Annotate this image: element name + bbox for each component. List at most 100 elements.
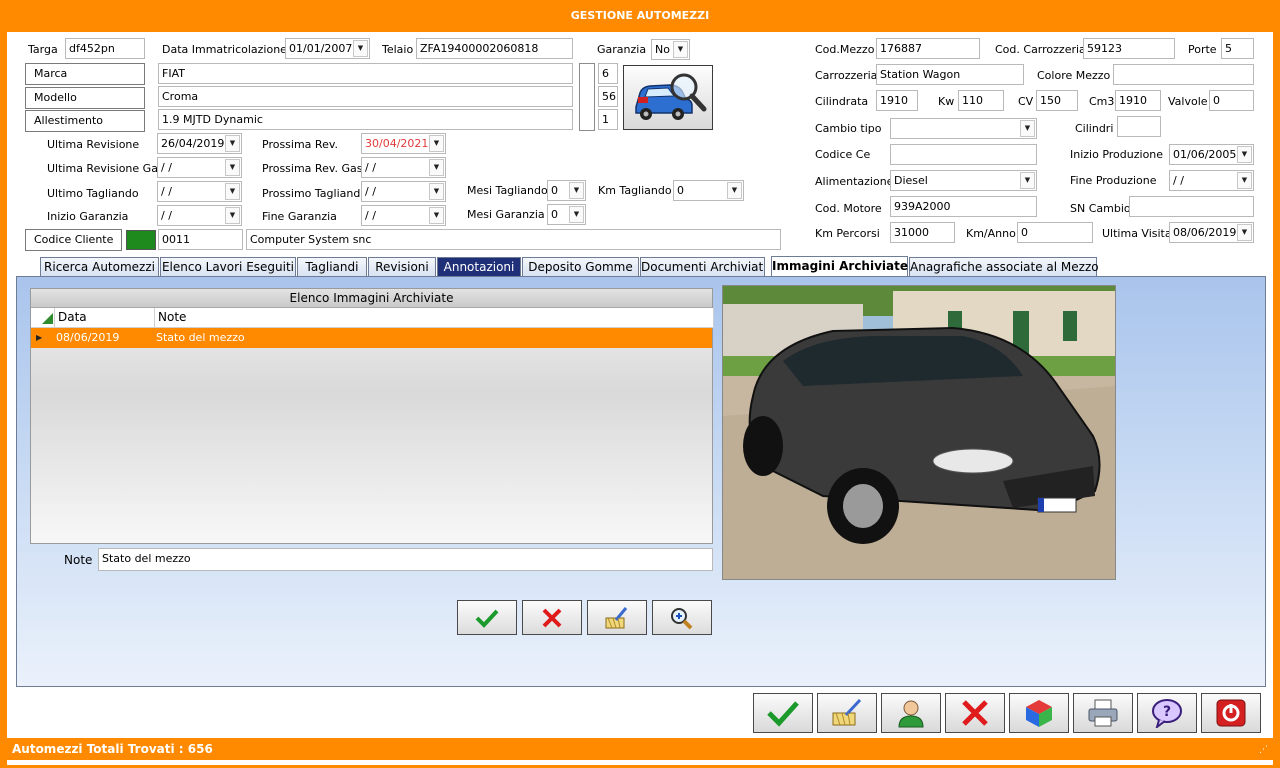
- tab-anagrafiche-associate[interactable]: Anagrafiche associate al Mezzo: [909, 257, 1099, 277]
- cod-motore-label: Cod. Motore: [815, 202, 882, 215]
- chevron-down-icon[interactable]: ▼: [429, 183, 444, 200]
- colore-mezzo-field[interactable]: [1113, 64, 1254, 85]
- kw-field[interactable]: 110: [958, 90, 1004, 111]
- cv-field[interactable]: 150: [1036, 90, 1078, 111]
- fine-produzione-field[interactable]: / / ▼: [1169, 170, 1254, 191]
- tab-ricerca-automezzi[interactable]: Ricerca Automezzi: [40, 257, 159, 277]
- carrozzeria-field[interactable]: Station Wagon: [876, 64, 1024, 85]
- images-grid[interactable]: Elenco Immagini Archiviate Data Note ▶ 0…: [30, 288, 714, 544]
- chevron-down-icon[interactable]: ▼: [1237, 146, 1252, 163]
- cube-icon: [1026, 700, 1052, 727]
- chevron-down-icon[interactable]: ▼: [225, 207, 240, 224]
- allestimento-button[interactable]: Allestimento: [25, 110, 145, 132]
- porte-field[interactable]: 5: [1221, 38, 1254, 59]
- print-button[interactable]: [1073, 693, 1133, 733]
- cod-carrozzeria-field[interactable]: 59123: [1083, 38, 1175, 59]
- cliente-nome-field[interactable]: Computer System snc: [246, 229, 781, 250]
- table-row[interactable]: ▶ 08/06/2019 Stato del mezzo: [31, 328, 712, 348]
- ultima-revisione-gas-field[interactable]: / / ▼: [157, 157, 242, 178]
- chevron-down-icon[interactable]: ▼: [1020, 172, 1035, 189]
- inizio-garanzia-field[interactable]: / / ▼: [157, 205, 242, 226]
- client-button[interactable]: [881, 693, 941, 733]
- marca-button[interactable]: Marca: [25, 63, 145, 85]
- svg-text:?: ?: [1163, 704, 1171, 720]
- telaio-field[interactable]: ZFA19400002060818: [416, 38, 573, 59]
- codice-ce-field[interactable]: [890, 144, 1037, 165]
- cm3-field[interactable]: 1910: [1115, 90, 1161, 111]
- chevron-down-icon[interactable]: ▼: [1020, 120, 1035, 137]
- alimentazione-select[interactable]: Diesel ▼: [890, 170, 1037, 191]
- tab-annotazioni[interactable]: Annotazioni: [437, 257, 521, 277]
- search-vehicle-button[interactable]: [623, 65, 713, 130]
- chevron-down-icon[interactable]: ▼: [225, 135, 240, 152]
- cod-mezzo-field[interactable]: 176887: [876, 38, 980, 59]
- ultimo-tagliando-field[interactable]: / / ▼: [157, 181, 242, 202]
- prossimo-tagliando-field[interactable]: / / ▼: [361, 181, 446, 202]
- modello-field[interactable]: Croma: [158, 86, 573, 107]
- archive-button[interactable]: [1009, 693, 1069, 733]
- valvole-field[interactable]: 0: [1209, 90, 1254, 111]
- mesi-garanzia-value: 0: [551, 208, 558, 221]
- mesi-garanzia-label: Mesi Garanzia: [467, 208, 545, 221]
- targa-label: Targa: [28, 43, 58, 56]
- chevron-down-icon[interactable]: ▼: [1237, 224, 1252, 241]
- cambio-tipo-select[interactable]: ▼: [890, 118, 1037, 139]
- garanzia-select[interactable]: No ▼: [651, 39, 690, 60]
- data-immatricolazione-field[interactable]: 01/01/2007 ▼: [285, 38, 370, 59]
- tab-elenco-lavori[interactable]: Elenco Lavori Eseguiti: [160, 257, 296, 277]
- column-header-note[interactable]: Note: [155, 308, 714, 328]
- sn-cambio-field[interactable]: [1129, 196, 1254, 217]
- exit-button[interactable]: [1201, 693, 1261, 733]
- chevron-down-icon[interactable]: ▼: [225, 183, 240, 200]
- delete-button[interactable]: [945, 693, 1005, 733]
- cod-motore-field[interactable]: 939A2000: [890, 196, 1037, 217]
- chevron-down-icon[interactable]: ▼: [429, 135, 444, 152]
- codice-cliente-field[interactable]: 0011: [158, 229, 243, 250]
- marca-field[interactable]: FIAT: [158, 63, 573, 84]
- targa-field[interactable]: df452pn: [65, 38, 145, 59]
- prossima-rev-field[interactable]: 30/04/2021 ▼: [361, 133, 446, 154]
- tab-deposito-gomme[interactable]: Deposito Gomme: [522, 257, 639, 277]
- prossima-rev-gas-field[interactable]: / / ▼: [361, 157, 446, 178]
- inizio-produzione-field[interactable]: 01/06/2005 ▼: [1169, 144, 1254, 165]
- allestimento-field[interactable]: 1.9 MJTD Dynamic: [158, 109, 573, 130]
- chevron-down-icon[interactable]: ▼: [673, 41, 688, 58]
- ultima-visita-field[interactable]: 08/06/2019 ▼: [1169, 222, 1254, 243]
- delete-image-button[interactable]: [522, 600, 582, 635]
- resize-grip-icon[interactable]: ⋰: [1259, 745, 1268, 755]
- modello-button[interactable]: Modello: [25, 87, 145, 109]
- check-icon: [475, 609, 499, 628]
- cilindri-field[interactable]: [1117, 116, 1161, 137]
- codice-cliente-button[interactable]: Codice Cliente: [25, 229, 122, 251]
- scroll-indicator[interactable]: [579, 63, 595, 131]
- clear-image-button[interactable]: [587, 600, 647, 635]
- km-percorsi-field[interactable]: 31000: [890, 222, 955, 243]
- zoom-image-button[interactable]: [652, 600, 712, 635]
- confirm-image-button[interactable]: [457, 600, 517, 635]
- chevron-down-icon[interactable]: ▼: [429, 159, 444, 176]
- chevron-down-icon[interactable]: ▼: [1237, 172, 1252, 189]
- help-button[interactable]: ?: [1137, 693, 1197, 733]
- tab-immagini-archiviate[interactable]: Immagini Archiviate: [771, 256, 908, 277]
- km-anno-field[interactable]: 0: [1017, 222, 1093, 243]
- chevron-down-icon[interactable]: ▼: [569, 182, 584, 199]
- clear-button[interactable]: [817, 693, 877, 733]
- tab-tagliandi[interactable]: Tagliandi: [297, 257, 367, 277]
- km-tagliando-field[interactable]: 0 ▼: [673, 180, 744, 201]
- ultima-revisione-field[interactable]: 26/04/2019 ▼: [157, 133, 242, 154]
- mesi-tagliando-field[interactable]: 0 ▼: [547, 180, 586, 201]
- mesi-garanzia-field[interactable]: 0 ▼: [547, 204, 586, 225]
- cilindrata-field[interactable]: 1910: [876, 90, 918, 111]
- column-header-data[interactable]: Data: [55, 308, 155, 328]
- fine-garanzia-field[interactable]: / / ▼: [361, 205, 446, 226]
- note-field[interactable]: Stato del mezzo: [98, 548, 713, 571]
- chevron-down-icon[interactable]: ▼: [353, 40, 368, 57]
- km-anno-label: Km/Anno: [966, 227, 1016, 240]
- chevron-down-icon[interactable]: ▼: [727, 182, 742, 199]
- chevron-down-icon[interactable]: ▼: [429, 207, 444, 224]
- tab-revisioni[interactable]: Revisioni: [368, 257, 436, 277]
- chevron-down-icon[interactable]: ▼: [569, 206, 584, 223]
- chevron-down-icon[interactable]: ▼: [225, 159, 240, 176]
- save-button[interactable]: [753, 693, 813, 733]
- tab-documenti-archiviati[interactable]: Documenti Archiviati: [640, 257, 765, 277]
